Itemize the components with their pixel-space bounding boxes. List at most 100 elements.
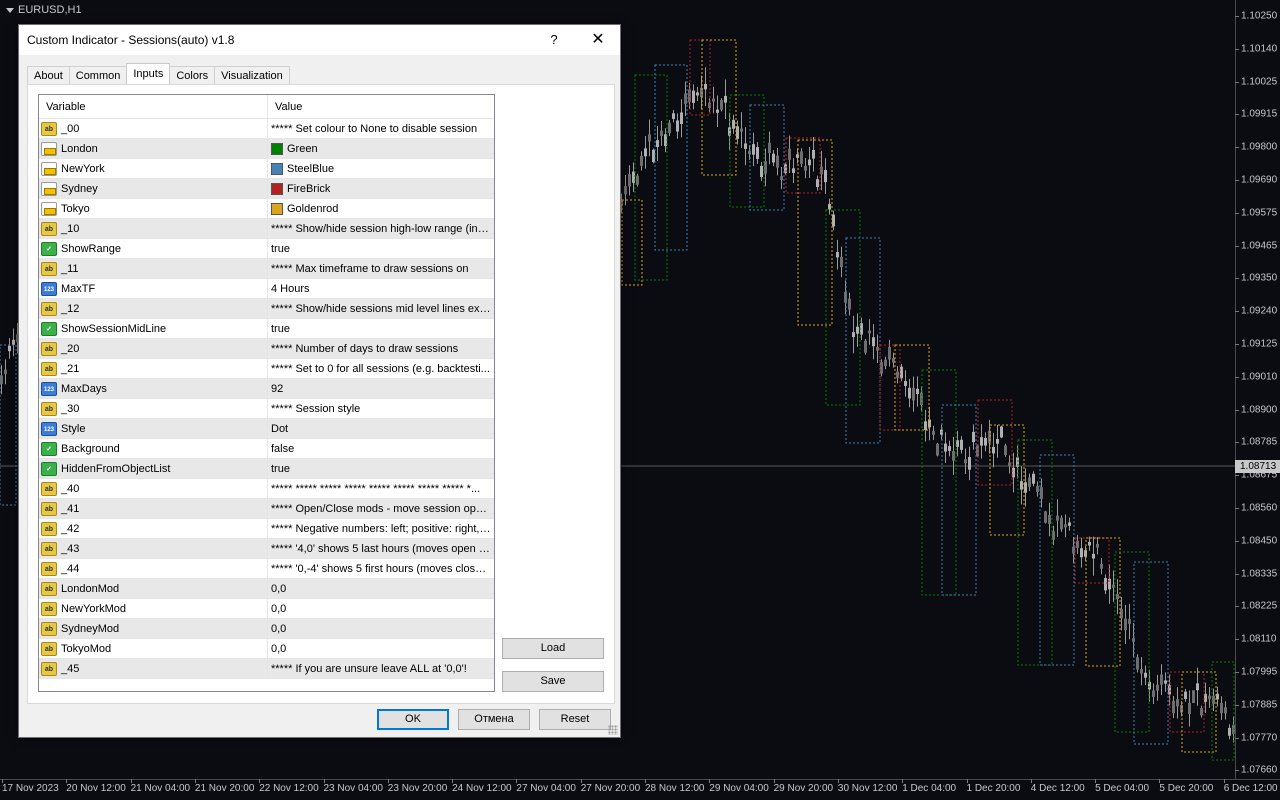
candle-body [864,340,867,353]
dialog-titlebar[interactable]: Custom Indicator - Sessions(auto) v1.8 ?… [19,25,620,55]
input-row[interactable]: ab _30 ***** Session style [39,399,494,419]
value-cell[interactable]: Dot [267,419,494,438]
value-cell[interactable]: Goldenrod [267,199,494,218]
input-row[interactable]: London Green [39,139,494,159]
value-cell[interactable]: 92 [267,379,494,398]
value-cell[interactable]: ***** Show/hide session high-low range (… [267,219,494,238]
value-cell[interactable]: false [267,439,494,458]
column-header-variable[interactable]: Variable [39,95,267,118]
input-row[interactable]: ab _00 ***** Set colour to None to disable… [39,119,494,139]
value-cell[interactable]: ***** ***** ***** ***** ***** ***** ****… [267,479,494,498]
value-cell[interactable]: ***** Number of days to draw sessions [267,339,494,358]
input-row[interactable]: ab _11 ***** Max timeframe to draw session… [39,259,494,279]
input-row[interactable]: ab SydneyMod 0,0 [39,619,494,639]
load-button[interactable]: Load [502,638,604,659]
candle-body [1104,578,1107,591]
input-row[interactable]: ab NewYorkMod 0,0 [39,599,494,619]
input-row[interactable]: ab _21 ***** Set to 0 for all sessions (e.… [39,359,494,379]
value-cell[interactable]: 4 Hours [267,279,494,298]
color-swatch[interactable] [271,202,283,215]
column-header-value[interactable]: Value [267,95,494,118]
input-row[interactable]: 123 Style Dot [39,419,494,439]
input-row[interactable]: ab _42 ***** Negative numbers: left; posit… [39,519,494,539]
input-row[interactable]: Sydney FireBrick [39,179,494,199]
candle-body [960,439,963,450]
boolean-type-icon: ✓ [41,461,57,476]
close-icon[interactable]: ✕ [585,29,611,51]
time-axis[interactable]: 17 Nov 2023 20 Nov 12:00 21 Nov 04:00 21 No… [0,779,1280,800]
input-row[interactable]: ✓ HiddenFromObjectList true [39,459,494,479]
price-tick [1235,344,1239,345]
value-text: ***** ***** ***** ***** ***** ***** ****… [271,482,481,495]
candle-body [944,443,947,452]
value-cell[interactable]: 0,0 [267,619,494,638]
input-row[interactable]: ab _41 ***** Open/Close mods - move sessio… [39,499,494,519]
value-cell[interactable]: 0,0 [267,599,494,618]
tab-visualization[interactable]: Visualization [214,66,290,85]
variable-cell: ab _00 [39,119,267,138]
value-cell[interactable]: true [267,239,494,258]
price-tick [1235,442,1239,444]
value-cell[interactable]: FireBrick [267,179,494,198]
string-type-icon: ab [41,301,57,316]
value-cell[interactable]: true [267,459,494,478]
value-cell[interactable]: ***** '0,-4' shows 5 first hours (moves … [267,559,494,578]
input-row[interactable]: ab LondonMod 0,0 [39,579,494,599]
input-row[interactable]: ab _12 ***** Show/hide sessions mid level … [39,299,494,319]
variable-name: _40 [61,482,80,495]
input-row[interactable]: 123 MaxDays 92 [39,379,494,399]
value-cell[interactable]: ***** Negative numbers: left; positive: … [267,519,494,538]
value-cell[interactable]: ***** Max timeframe to draw sessions on [267,259,494,278]
color-swatch[interactable] [271,142,283,155]
input-row[interactable]: ab _45 ***** If you are unsure leave ALL a… [39,659,494,679]
value-cell[interactable]: 0,0 [267,579,494,598]
variable-name: _10 [61,222,80,235]
help-button[interactable]: ? [539,29,569,51]
variable-name: Sydney [61,182,98,195]
candle-body [792,168,795,173]
tab-colors[interactable]: Colors [169,66,216,85]
candle-body [808,159,811,166]
color-swatch[interactable] [271,182,283,195]
candle-body [652,149,655,163]
price-label: 1.08900 [1241,404,1278,416]
price-axis[interactable]: 1.10250 1.10140 1.10025 1.09915 1.09800 1.096… [1235,0,1280,780]
ok-button[interactable]: OK [377,709,449,730]
input-row[interactable]: ab _10 ***** Show/hide session high-low ra… [39,219,494,239]
input-row[interactable]: Tokyo Goldenrod [39,199,494,219]
value-cell[interactable]: ***** Session style [267,399,494,418]
input-row[interactable]: ab _44 ***** '0,-4' shows 5 first hours (m… [39,559,494,579]
price-label: 1.07885 [1241,699,1278,711]
value-cell[interactable]: ***** Open/Close mods - move session ope… [267,499,494,518]
save-button[interactable]: Save [502,671,604,692]
candle-body [8,345,11,352]
color-swatch[interactable] [271,162,283,175]
value-cell[interactable]: SteelBlue [267,159,494,178]
value-cell[interactable]: ***** Set colour to None to disable sess… [267,119,494,138]
reset-button[interactable]: Reset [539,709,611,730]
input-row[interactable]: ✓ Background false [39,439,494,459]
input-row[interactable]: ✓ ShowSessionMidLine true [39,319,494,339]
value-cell[interactable]: Green [267,139,494,158]
input-row[interactable]: NewYork SteelBlue [39,159,494,179]
value-text: Dot [271,422,289,435]
input-row[interactable]: 123 MaxTF 4 Hours [39,279,494,299]
value-cell[interactable]: ***** Show/hide sessions mid level lines… [267,299,494,318]
value-cell[interactable]: ***** If you are unsure leave ALL at '0,… [267,659,494,678]
cancel-button[interactable]: Отмена [458,709,530,730]
tab-common[interactable]: Common [68,66,128,85]
value-cell[interactable]: ***** '4,0' shows 5 last hours (moves op… [267,539,494,558]
input-row[interactable]: ab _40 ***** ***** ***** ***** ***** *****… [39,479,494,499]
value-cell[interactable]: 0,0 [267,639,494,658]
tab-about[interactable]: About [27,66,70,85]
input-row[interactable]: ✓ ShowRange true [39,239,494,259]
candle-body [788,148,791,160]
input-row[interactable]: ab _43 ***** '4,0' shows 5 last hours (mov… [39,539,494,559]
value-cell[interactable]: true [267,319,494,338]
variable-cell: 123 MaxTF [39,279,267,298]
tab-inputs[interactable]: Inputs [126,63,171,84]
value-cell[interactable]: ***** Set to 0 for all sessions (e.g. ba… [267,359,494,378]
resize-grip-icon[interactable] [608,725,618,735]
input-row[interactable]: ab _20 ***** Number of days to draw sessio… [39,339,494,359]
input-row[interactable]: ab TokyoMod 0,0 [39,639,494,659]
